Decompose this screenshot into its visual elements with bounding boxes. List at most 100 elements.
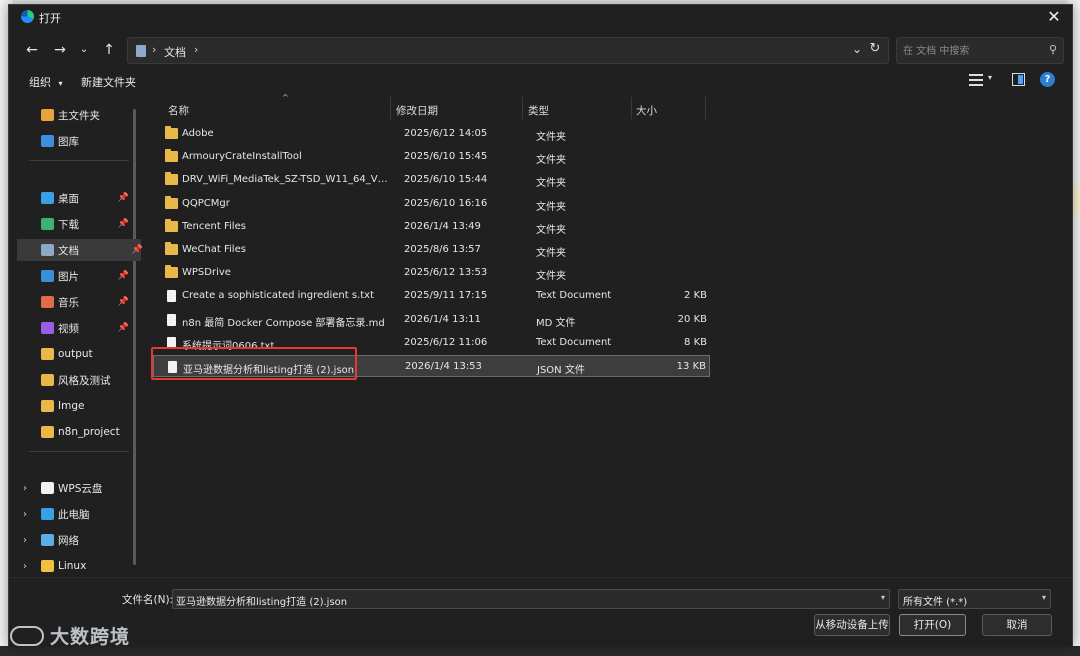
- folder-row[interactable]: DRV_WiFi_MediaTek_SZ-TSD_W11_64_V34... 20…: [153, 169, 710, 191]
- sidebar-item-桌面[interactable]: 桌面 📌: [17, 187, 129, 209]
- file-type-select[interactable]: 所有文件 (*.*) ▾: [898, 589, 1051, 609]
- folder-row[interactable]: ArmouryCrateInstallTool 2025/6/10 15:45 文件…: [153, 146, 710, 168]
- chevron-down-icon[interactable]: ▾: [988, 73, 992, 82]
- watermark-logo-icon: [10, 625, 44, 646]
- folder-icon: [165, 265, 178, 279]
- filename-field[interactable]: 亚马逊数据分析和listing打造 (2).json ▾: [172, 589, 890, 609]
- file-row[interactable]: 系统提示词0606.txt 2025/6/12 11:06 Text Documen…: [153, 332, 710, 354]
- chevron-down-icon: ▾: [1041, 593, 1046, 602]
- folder-row[interactable]: QQPCMgr 2025/6/10 16:16 文件夹: [153, 193, 710, 215]
- organize-button[interactable]: 组织 ▾: [29, 74, 63, 90]
- up-arrow-icon[interactable]: ↑: [98, 39, 120, 61]
- file-name: WPSDrive: [182, 267, 231, 279]
- expand-chevron-icon[interactable]: ›: [23, 509, 27, 520]
- folder-icon: [165, 126, 178, 139]
- search-icon[interactable]: ⚲: [1049, 43, 1057, 56]
- file-modified-date: 2025/6/10 16:16: [404, 197, 488, 209]
- column-header-size[interactable]: 大小: [636, 103, 657, 118]
- navigation-scrollbar[interactable]: [133, 109, 136, 565]
- sidebar-item-label: 主文件夹: [58, 109, 100, 122]
- folder-icon: [165, 172, 178, 186]
- sidebar-item-label: 视频: [58, 322, 79, 335]
- breadcrumb-documents[interactable]: 文档: [164, 44, 186, 60]
- file-modified-date: 2025/6/10 15:44: [404, 174, 488, 186]
- filename-value[interactable]: 亚马逊数据分析和listing打造 (2).json: [176, 593, 347, 608]
- address-bar[interactable]: › 文档 › ⌄ ↻: [127, 37, 889, 64]
- sidebar-item-label: 图片: [58, 270, 79, 283]
- back-arrow-icon[interactable]: ←: [21, 39, 43, 61]
- sidebar-item-下载[interactable]: 下载 📌: [17, 213, 129, 235]
- sidebar-item-网络[interactable]: › 网络: [17, 529, 127, 551]
- search-input[interactable]: [903, 43, 1039, 59]
- sidebar-item-主文件夹[interactable]: 主文件夹: [17, 104, 127, 126]
- folder-row[interactable]: WeChat Files 2025/8/6 13:57 文件夹: [153, 239, 710, 261]
- close-icon[interactable]: ✕: [1044, 7, 1064, 27]
- preview-pane-icon[interactable]: [1012, 73, 1025, 86]
- search-box[interactable]: ⚲: [896, 37, 1064, 64]
- sidebar-divider: [29, 160, 129, 161]
- expand-chevron-icon[interactable]: ›: [23, 561, 27, 572]
- file-modified-date: 2026/1/4 13:11: [404, 313, 481, 325]
- new-folder-button[interactable]: 新建文件夹: [81, 74, 136, 90]
- recent-locations-chevron-icon[interactable]: ⌄: [73, 39, 95, 61]
- folder-icon: [41, 348, 54, 360]
- sidebar-item-音乐[interactable]: 音乐 📌: [17, 291, 129, 313]
- this-pc-icon: [41, 508, 54, 520]
- pin-icon: 📌: [117, 219, 129, 229]
- column-header-type[interactable]: 类型: [528, 103, 549, 118]
- column-header-name[interactable]: 名称: [168, 103, 189, 118]
- file-modified-date: 2026/1/4 13:53: [405, 361, 482, 372]
- column-header-date[interactable]: 修改日期: [396, 103, 438, 118]
- upload-from-mobile-button[interactable]: 从移动设备上传: [814, 614, 890, 636]
- sidebar-item-label: 此电脑: [58, 508, 90, 521]
- pictures-icon: [41, 270, 54, 282]
- sidebar-item-linux[interactable]: › Linux: [17, 555, 127, 577]
- folder-icon: [165, 218, 178, 232]
- sidebar-item-imge[interactable]: Imge: [17, 395, 127, 417]
- sidebar-item-视频[interactable]: 视频 📌: [17, 317, 129, 339]
- cancel-button[interactable]: 取消: [982, 614, 1052, 636]
- dialog-footer: 文件名(N): 亚马逊数据分析和listing打造 (2).json ▾ 所有文…: [9, 577, 1072, 647]
- music-icon: [41, 296, 54, 308]
- folder-row[interactable]: WPSDrive 2025/6/12 13:53 文件夹: [153, 262, 710, 284]
- sidebar-item-图片[interactable]: 图片 📌: [17, 265, 129, 287]
- expand-chevron-icon[interactable]: ›: [23, 535, 27, 546]
- dialog-title: 打开: [39, 12, 61, 25]
- file-name: ArmouryCrateInstallTool: [182, 151, 302, 163]
- sidebar-item-风格及测试[interactable]: 风格及测试: [17, 369, 127, 391]
- breadcrumb-separator[interactable]: ›: [194, 43, 198, 56]
- file-name: Adobe: [182, 128, 214, 139]
- sidebar-item-n8n-project[interactable]: n8n_project: [17, 421, 127, 443]
- chevron-down-icon[interactable]: ⌄: [852, 42, 862, 56]
- expand-chevron-icon[interactable]: ›: [23, 483, 27, 494]
- sidebar-item-此电脑[interactable]: › 此电脑: [17, 503, 127, 525]
- folder-row[interactable]: Tencent Files 2026/1/4 13:49 文件夹: [153, 216, 710, 238]
- desktop-icon: [41, 192, 54, 204]
- refresh-icon[interactable]: ↻: [866, 41, 884, 59]
- file-type: 文件夹: [536, 155, 566, 167]
- folder-row[interactable]: Adobe 2025/6/12 14:05 文件夹: [153, 123, 710, 145]
- file-row[interactable]: n8n 最简 Docker Compose 部署备忘录.md 2026/1/4 1…: [153, 309, 710, 331]
- file-row[interactable]: Create a sophisticated ingredient s.txt 2…: [153, 285, 710, 307]
- forward-arrow-icon[interactable]: →: [49, 39, 71, 61]
- sidebar-item-图库[interactable]: 图库: [17, 130, 127, 152]
- chevron-down-icon[interactable]: ▾: [881, 593, 885, 602]
- chevron-down-icon: ▾: [58, 79, 63, 88]
- view-options-icon[interactable]: [969, 74, 983, 86]
- column-divider[interactable]: [522, 97, 523, 119]
- file-modified-date: 2026/1/4 13:49: [404, 220, 481, 232]
- sidebar-item-文档[interactable]: 文档 📌: [17, 239, 143, 261]
- file-row[interactable]: 亚马逊数据分析和listing打造 (2).json 2026/1/4 13:53…: [153, 355, 710, 377]
- help-icon[interactable]: ?: [1040, 72, 1055, 87]
- sidebar-item-label: 下载: [58, 218, 79, 231]
- column-divider[interactable]: [705, 97, 706, 119]
- open-button[interactable]: 打开(O): [899, 614, 966, 636]
- sidebar-item-label: Imge: [58, 400, 85, 412]
- sidebar-item-label: 音乐: [58, 296, 79, 309]
- sidebar-item-output[interactable]: output: [17, 343, 127, 365]
- file-modified-date: 2025/6/10 15:45: [404, 151, 488, 163]
- home-icon: [41, 109, 54, 121]
- column-divider[interactable]: [631, 97, 632, 119]
- column-divider[interactable]: [390, 97, 391, 119]
- sidebar-item-wps云盘[interactable]: › WPS云盘: [17, 477, 127, 499]
